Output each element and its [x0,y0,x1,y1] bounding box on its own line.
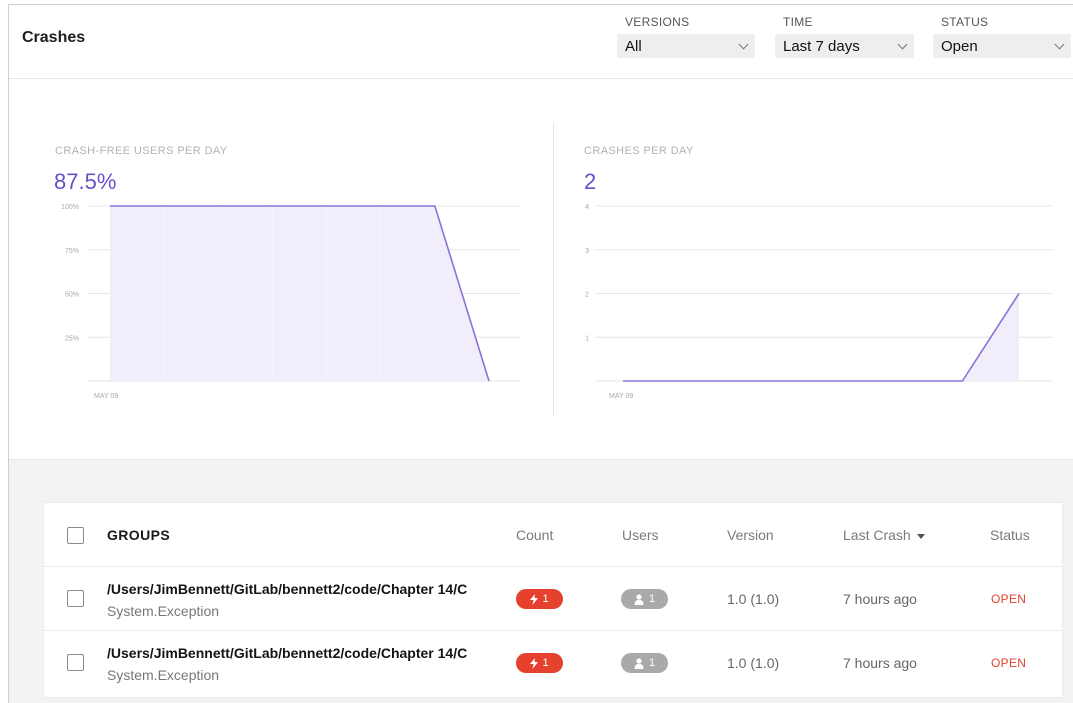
crash-free-users-chart: 100% 75% 50% 25% MAY 09 [61,204,521,400]
y-tick-label: 100% [61,204,79,211]
app-frame: Crashes VERSIONS All TIME Last 7 days ST… [8,4,1073,703]
time-filter: TIME Last 7 days [775,15,914,58]
last-crash-header-label: Last Crash [843,527,911,543]
x-tick-label: MAY 09 [609,393,633,400]
last-crash-value: 7 hours ago [843,655,917,671]
version-column-header[interactable]: Version [727,527,774,543]
sort-desc-icon [916,533,925,539]
group-title[interactable]: /Users/JimBennett/GitLab/bennett2/code/C… [107,645,509,661]
y-tick-label: 1 [585,335,589,342]
versions-value: All [625,37,642,55]
y-tick-label: 2 [585,292,589,299]
lightning-icon [530,657,539,669]
charts-canvas: CRASH-FREE USERS PER DAY 87.5% CRASHES P… [54,145,1053,400]
chart-divider [553,122,554,417]
count-badge: 1 [516,653,563,673]
groups-column-header[interactable]: GROUPS [107,527,170,543]
crashes-per-day-chart: 4 3 2 1 MAY 09 [585,204,1053,400]
select-all-checkbox[interactable] [67,527,84,544]
status-column-header[interactable]: Status [990,527,1030,543]
version-value: 1.0 (1.0) [727,591,780,607]
versions-filter: VERSIONS All [617,15,755,58]
table-header-row: GROUPS Count Users Version Last Crash St… [44,503,1062,567]
time-label: TIME [783,15,813,29]
users-value: 1 [648,593,656,605]
user-icon [634,657,644,669]
status-value: Open [941,37,978,55]
crash-groups-table: GROUPS Count Users Version Last Crash St… [44,503,1062,697]
versions-label: VERSIONS [625,15,690,29]
group-exception: System.Exception [107,603,220,619]
user-icon [634,593,644,605]
area-fill [110,206,489,381]
y-tick-label: 3 [585,248,589,255]
header-bar: Crashes VERSIONS All TIME Last 7 days ST… [9,5,1073,79]
count-value: 1 [542,657,549,669]
status-select[interactable]: Open [933,34,1071,58]
status-badge: OPEN [991,656,1027,670]
chevron-down-icon [1054,39,1065,49]
y-tick-label: 75% [65,248,79,255]
crashes-big-value: 2 [584,169,596,194]
count-value: 1 [542,593,549,605]
row-checkbox[interactable] [67,590,84,607]
status-label: STATUS [941,15,989,29]
last-crash-column-header[interactable]: Last Crash [843,527,925,543]
versions-select[interactable]: All [617,34,755,58]
time-value: Last 7 days [783,37,860,55]
y-tick-label: 4 [585,204,589,211]
charts-section: CRASH-FREE USERS PER DAY 87.5% CRASHES P… [9,80,1073,459]
lightning-icon [530,593,539,605]
table-section: GROUPS Count Users Version Last Crash St… [9,459,1073,703]
chevron-down-icon [897,39,908,49]
group-title[interactable]: /Users/JimBennett/GitLab/bennett2/code/C… [107,581,509,597]
y-tick-label: 50% [65,292,79,299]
count-badge: 1 [516,589,563,609]
status-filter: STATUS Open [933,15,1071,58]
crashes-chart-title: CRASHES PER DAY [584,145,694,157]
status-badge: OPEN [991,592,1027,606]
y-tick-label: 25% [65,335,79,342]
group-exception: System.Exception [107,667,220,683]
users-badge: 1 [621,653,668,673]
table-row[interactable]: /Users/JimBennett/GitLab/bennett2/code/C… [44,567,1062,631]
users-badge: 1 [621,589,668,609]
page-title: Crashes [22,29,86,46]
users-value: 1 [648,657,656,669]
users-column-header[interactable]: Users [622,527,659,543]
row-checkbox[interactable] [67,654,84,671]
crash-free-chart-title: CRASH-FREE USERS PER DAY [55,145,228,157]
time-select[interactable]: Last 7 days [775,34,914,58]
x-tick-label: MAY 09 [94,393,118,400]
version-value: 1.0 (1.0) [727,655,780,671]
chevron-down-icon [738,39,749,49]
count-column-header[interactable]: Count [516,527,553,543]
crash-free-big-value: 87.5% [54,169,116,194]
table-row[interactable]: /Users/JimBennett/GitLab/bennett2/code/C… [44,631,1062,695]
last-crash-value: 7 hours ago [843,591,917,607]
